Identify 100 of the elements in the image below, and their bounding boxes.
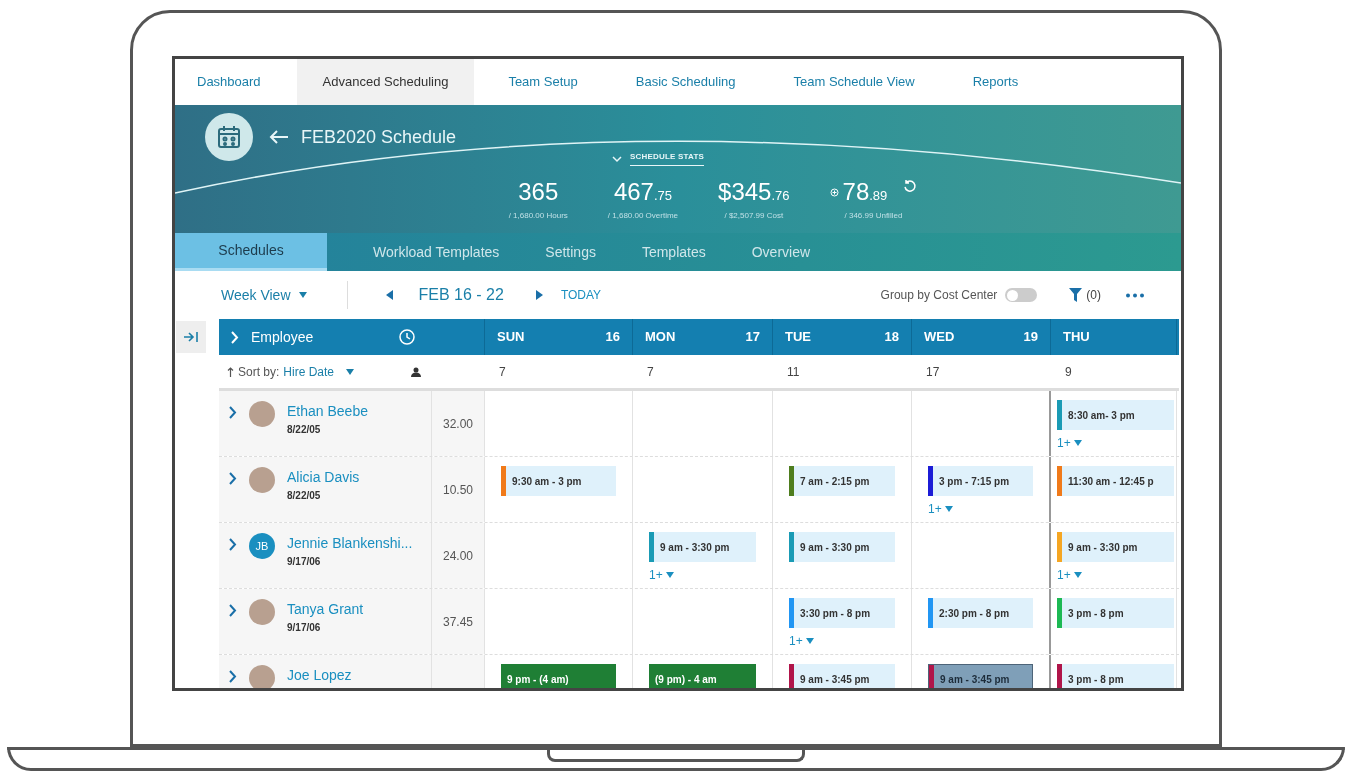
shift-block[interactable]: 9 am - 3:30 pm <box>789 532 895 562</box>
shift-time: (9 pm) - 4 am <box>654 672 718 687</box>
day-date: 17 <box>745 328 760 347</box>
more-shifts-button[interactable]: 1+ <box>1057 434 1082 452</box>
shift-count: 9 <box>1064 363 1073 381</box>
day-date: 18 <box>884 328 899 347</box>
avatar-placeholder <box>249 665 275 688</box>
caret-down-icon <box>298 292 307 298</box>
back-arrow-icon[interactable] <box>269 129 289 145</box>
employee-name[interactable]: Joe Lopez <box>287 665 352 686</box>
sub-tab[interactable]: Workload Templates <box>373 233 500 271</box>
employee-name[interactable]: Alicia Davis <box>287 467 360 488</box>
nav-tab[interactable]: Advanced Scheduling <box>296 59 475 105</box>
stat-caption: / 1,680.00 Hours <box>508 210 568 222</box>
shift-time: 9 am - 3:45 pm <box>799 672 871 687</box>
shift-count: 11 <box>786 363 801 381</box>
caret-down-icon <box>665 572 674 578</box>
next-week-icon[interactable] <box>535 290 543 300</box>
employee-name[interactable]: Ethan Beebe <box>287 401 368 422</box>
group-by-label: Group by Cost Center <box>880 287 998 304</box>
caret-down-icon <box>1073 572 1082 578</box>
arrow-up-icon[interactable] <box>227 366 234 377</box>
sort-dropdown[interactable]: Hire Date <box>283 362 355 381</box>
sub-tab[interactable]: Overview <box>751 233 811 271</box>
shift-time: 2:30 pm - 8 pm <box>938 606 1011 621</box>
view-dropdown[interactable]: Week View <box>221 284 307 306</box>
shift-count: 7 <box>498 363 507 381</box>
shift-count: 17 <box>925 363 941 381</box>
nav-tab[interactable]: Reports <box>950 59 1041 105</box>
shift-block[interactable]: 3 pm - 8 pm <box>1057 664 1174 688</box>
sub-tab[interactable]: Schedules <box>175 233 327 271</box>
filter-button[interactable]: (0) <box>1069 286 1101 304</box>
sub-tab[interactable]: Settings <box>545 233 596 271</box>
day-name: THU <box>1063 328 1090 347</box>
nav-tab[interactable]: Team Setup <box>486 59 600 105</box>
previous-week-icon[interactable] <box>385 290 393 300</box>
sort-label: Sort by: <box>238 363 280 381</box>
nav-tab[interactable]: Dashboard <box>175 59 283 105</box>
expand-panel-button[interactable] <box>176 321 206 353</box>
avatar-placeholder <box>249 401 275 427</box>
shift-block[interactable]: 9 am - 3:45 pm <box>928 664 1033 688</box>
shift-block[interactable]: 3:30 pm - 8 pm <box>789 598 895 628</box>
day-name: TUE <box>785 328 811 347</box>
shift-time: 11:30 am - 12:45 p <box>1067 474 1155 489</box>
avatar-placeholder <box>249 467 275 493</box>
stat-caption: / $2,507.99 Cost <box>724 210 784 222</box>
chevron-right-icon[interactable] <box>231 330 239 344</box>
unfilled-icon <box>829 187 839 197</box>
day-name: SUN <box>497 328 525 347</box>
shift-block[interactable]: 9:30 am - 3 pm <box>501 466 616 496</box>
expand-row-icon[interactable] <box>229 604 237 617</box>
day-date: 19 <box>1023 328 1038 347</box>
more-shifts-button[interactable]: 1+ <box>789 632 814 650</box>
more-shifts-button[interactable]: 1+ <box>649 566 674 584</box>
caret-down-icon <box>1073 440 1082 446</box>
shift-count: 7 <box>646 363 655 381</box>
schedule-stats-toggle[interactable]: SCHEDULE STATS <box>611 151 705 166</box>
shift-time: 3 pm - 8 pm <box>1067 672 1125 687</box>
sub-tab[interactable]: Templates <box>641 233 706 271</box>
group-toggle[interactable] <box>1005 288 1038 302</box>
shift-time: 3 pm - 8 pm <box>1067 606 1125 621</box>
caret-down-icon <box>944 506 953 512</box>
nav-tab[interactable]: Team Schedule View <box>771 59 937 105</box>
expand-row-icon[interactable] <box>229 406 237 419</box>
shift-block[interactable]: 3 pm - 7:15 pm <box>928 466 1033 496</box>
date-range: FEB 16 - 22 <box>418 285 504 305</box>
arrow-to-bar-icon <box>183 331 199 343</box>
refresh-icon[interactable] <box>903 179 918 193</box>
shift-block[interactable]: 9 am - 3:45 pm <box>789 664 895 688</box>
shift-block[interactable]: 9 am - 3:30 pm <box>1057 532 1174 562</box>
shift-block[interactable]: 7 am - 2:15 pm <box>789 466 895 496</box>
nav-tab[interactable]: Basic Scheduling <box>613 59 758 105</box>
more-shifts-button[interactable]: 1+ <box>928 500 953 518</box>
filter-icon <box>1069 288 1083 302</box>
stat-caption: / 1,680.00 Overtime <box>607 210 679 222</box>
employee-name[interactable]: Tanya Grant <box>287 599 364 620</box>
shift-block[interactable]: 11:30 am - 12:45 p <box>1057 466 1174 496</box>
shift-block[interactable]: 8:30 am- 3 pm <box>1057 400 1174 430</box>
stat-caption: / 346.99 Unfilled <box>844 210 903 222</box>
hours-cell: 24.00 <box>432 523 485 588</box>
shift-block[interactable]: 9 pm - (4 am) <box>501 664 616 688</box>
caret-down-icon <box>805 638 814 644</box>
expand-row-icon[interactable] <box>229 538 237 551</box>
more-shifts-button[interactable]: 1+ <box>1057 566 1082 584</box>
stat-value: 78.89 <box>842 177 888 207</box>
shift-block[interactable]: (9 pm) - 4 am <box>649 664 756 688</box>
shift-block[interactable]: 2:30 pm - 8 pm <box>928 598 1033 628</box>
shift-time: 3:30 pm - 8 pm <box>799 606 872 621</box>
chevron-down-icon <box>611 154 622 163</box>
clock-icon <box>398 328 416 346</box>
expand-row-icon[interactable] <box>229 472 237 485</box>
today-button[interactable]: TODAY <box>560 286 602 304</box>
shift-block[interactable]: 9 am - 3:30 pm <box>649 532 756 562</box>
shift-time: 9 am - 3:45 pm <box>939 672 1011 687</box>
hire-date: 9/17/06 <box>287 621 322 635</box>
employee-name[interactable]: Jennie Blankenshi... <box>287 533 413 554</box>
expand-row-icon[interactable] <box>229 670 237 683</box>
calendar-icon <box>205 113 253 161</box>
more-icon[interactable] <box>1125 292 1145 298</box>
shift-block[interactable]: 3 pm - 8 pm <box>1057 598 1174 628</box>
